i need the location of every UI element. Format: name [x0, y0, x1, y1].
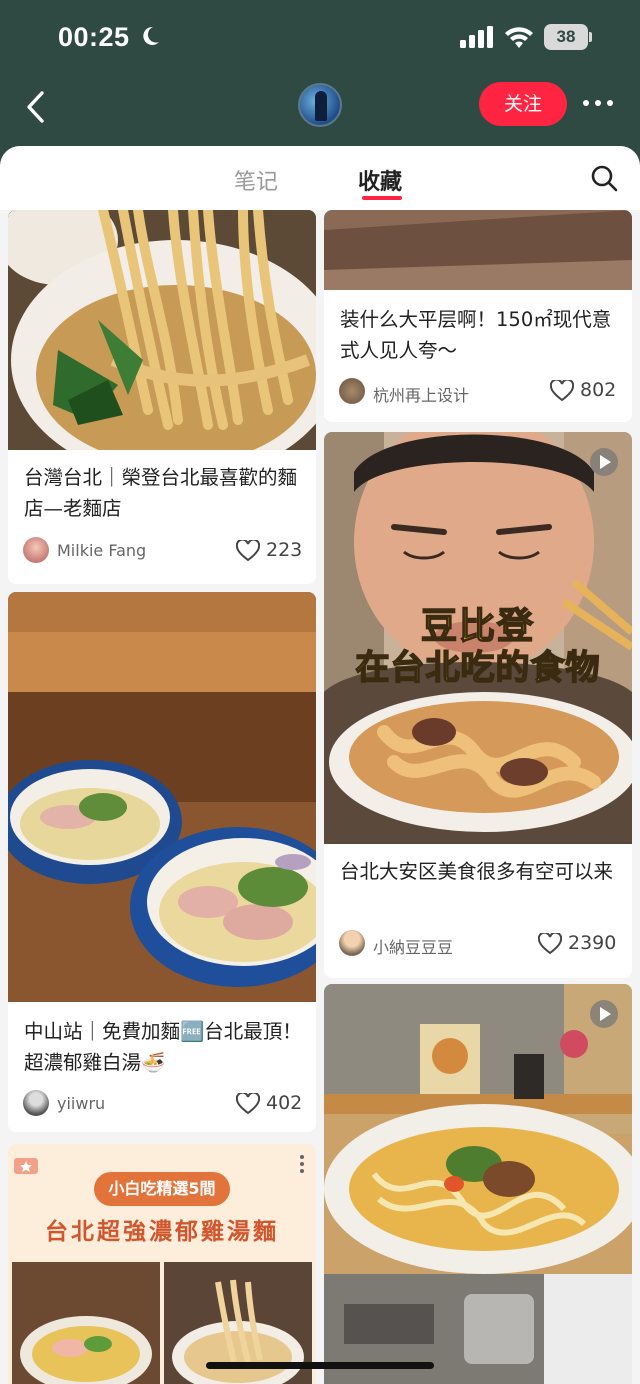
like-count: 223 — [266, 539, 303, 561]
active-tab-indicator — [362, 196, 402, 200]
video-overlay-line2: 在台北吃的食物 — [355, 647, 601, 689]
tab-notes[interactable]: 笔记 — [234, 164, 278, 196]
play-icon — [590, 448, 618, 476]
badge-label: 小白吃精選5間 — [94, 1172, 230, 1206]
author-avatar — [339, 930, 365, 956]
like-count: 2390 — [568, 932, 617, 954]
author-name[interactable]: yiiwru — [57, 1094, 105, 1113]
pinned-badge — [14, 1158, 38, 1174]
heart-icon[interactable] — [236, 1093, 260, 1115]
note-card[interactable]: 中山站｜免費加麵🆓台北最頂！超濃郁雞白湯🍜 yiiwru 402 — [8, 592, 316, 1132]
profile-avatar[interactable] — [298, 83, 342, 127]
author-name[interactable]: 小納豆豆豆 — [373, 934, 453, 958]
heart-icon[interactable] — [538, 933, 562, 955]
battery-level: 38 — [556, 27, 576, 46]
moon-icon — [143, 26, 159, 45]
status-bar: 00:25 38 — [0, 0, 640, 76]
note-card[interactable]: 小白吃精選5間 台北超強濃郁雞湯麵 — [8, 1144, 316, 1384]
note-image — [8, 210, 316, 450]
note-image — [8, 592, 316, 1002]
note-title: 装什么大平层啊！150㎡现代意式人见人夸～ — [340, 308, 612, 362]
note-card[interactable] — [324, 984, 632, 1384]
chevron-left-icon[interactable] — [24, 90, 48, 124]
note-title: 台灣台北｜榮登台北最喜歡的麵店—老麵店 — [24, 466, 298, 520]
note-card[interactable]: 装什么大平层啊！150㎡现代意式人见人夸～ 杭州再上设计 802 — [324, 210, 632, 422]
signal-icon — [460, 26, 493, 48]
author-name[interactable]: Milkie Fang — [57, 541, 146, 560]
battery-icon: 38 — [544, 24, 592, 50]
home-indicator — [206, 1362, 434, 1369]
tab-bar: 笔记 收藏 — [0, 146, 640, 210]
follow-button[interactable]: 关注 — [479, 82, 567, 126]
heart-icon[interactable] — [236, 540, 260, 562]
content-sheet: 笔记 收藏 台灣台北｜榮登台北最喜歡的麵店—老麵店 Milkie Fang 22… — [0, 146, 640, 1384]
search-icon[interactable] — [590, 164, 618, 192]
note-card[interactable]: 台灣台北｜榮登台北最喜歡的麵店—老麵店 Milkie Fang 223 — [8, 210, 316, 584]
note-title: 中山站｜免費加麵🆓台北最頂！超濃郁雞白湯🍜 — [24, 1020, 302, 1074]
heart-icon[interactable] — [550, 380, 574, 402]
author-avatar — [23, 537, 49, 563]
like-count: 402 — [266, 1092, 303, 1114]
like-count: 802 — [580, 379, 617, 401]
status-time: 00:25 — [58, 22, 130, 52]
note-card[interactable]: 豆比登 在台北吃的食物 台北大安区美食很多有空可以来 小納豆豆豆 2390 — [324, 432, 632, 978]
more-vertical-icon[interactable] — [298, 1154, 306, 1174]
more-dots-icon[interactable] — [582, 98, 614, 108]
note-image — [324, 984, 632, 1384]
author-avatar — [23, 1090, 49, 1116]
note-image: 豆比登 在台北吃的食物 — [324, 432, 632, 844]
poster-headline: 台北超強濃郁雞湯麵 — [45, 1219, 279, 1245]
note-title: 台北大安区美食很多有空可以来 — [340, 860, 614, 883]
wifi-icon — [505, 27, 533, 48]
play-icon — [590, 1000, 618, 1028]
profile-nav-bar: 关注 — [0, 76, 640, 146]
author-name[interactable]: 杭州再上设计 — [373, 382, 469, 406]
author-avatar — [339, 378, 365, 404]
tab-favorites[interactable]: 收藏 — [358, 164, 402, 196]
note-image — [324, 210, 632, 290]
